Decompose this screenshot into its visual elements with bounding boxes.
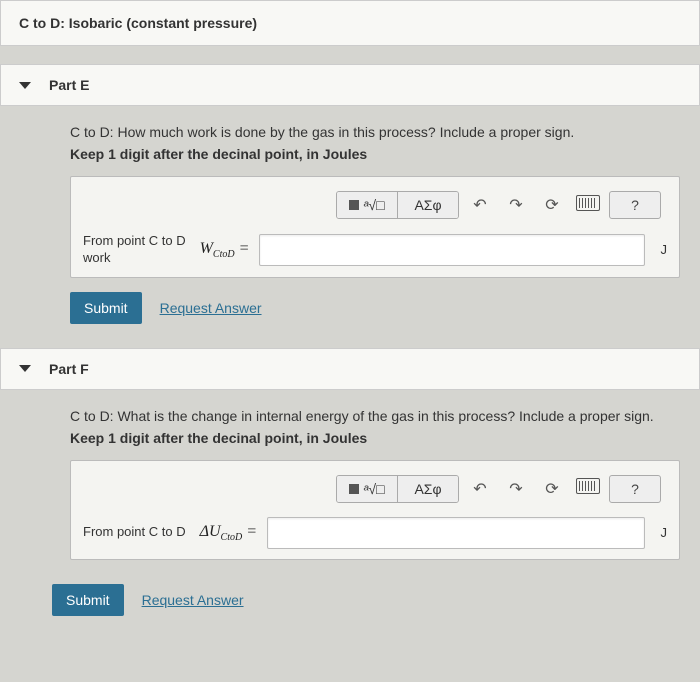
section-header: C to D: Isobaric (constant pressure) xyxy=(0,0,700,46)
root-icon: ᵃ√□ xyxy=(363,481,384,497)
greek-label: ΑΣφ xyxy=(414,197,441,213)
part-f-content: C to D: What is the change in internal e… xyxy=(70,408,680,560)
undo-button[interactable]: ↶ xyxy=(465,195,495,215)
part-e-content: C to D: How much work is done by the gas… xyxy=(70,124,680,324)
section-title: C to D: Isobaric (constant pressure) xyxy=(19,15,257,31)
part-e-input-label: From point C to D work xyxy=(83,233,190,267)
equals: = xyxy=(239,240,250,257)
toolbar-templates-group: ᵃ√□ ΑΣφ xyxy=(336,191,459,219)
caret-down-icon xyxy=(19,365,31,372)
submit-button[interactable]: Submit xyxy=(70,292,142,324)
label-line2: work xyxy=(83,250,186,267)
help-button[interactable]: ? xyxy=(609,475,661,503)
part-f-answer-box: ᵃ√□ ΑΣφ ↶ ↷ ⟳ ? From point C to D ΔUCtoD… xyxy=(70,460,680,560)
part-f-unit: J xyxy=(655,525,668,540)
part-f-variable: ΔUCtoD = xyxy=(200,523,257,543)
keyboard-button[interactable] xyxy=(573,195,603,216)
part-f-header[interactable]: Part F xyxy=(0,348,700,390)
templates-button[interactable]: ᵃ√□ xyxy=(337,476,398,502)
submit-button[interactable]: Submit xyxy=(52,584,124,616)
keyboard-button[interactable] xyxy=(573,478,603,499)
request-answer-link[interactable]: Request Answer xyxy=(160,300,262,316)
part-f-label: Part F xyxy=(49,361,89,377)
part-e-header[interactable]: Part E xyxy=(0,64,700,106)
redo-button[interactable]: ↷ xyxy=(501,195,531,215)
part-f-input-row: From point C to D ΔUCtoD = J xyxy=(83,517,667,549)
square-icon xyxy=(349,200,359,210)
equation-toolbar: ᵃ√□ ΑΣφ ↶ ↷ ⟳ ? xyxy=(83,471,667,507)
square-icon xyxy=(349,484,359,494)
var-main: ΔU xyxy=(200,523,221,540)
part-e-unit: J xyxy=(655,242,668,257)
label-line1: From point C to D xyxy=(83,233,186,250)
part-f-instruction: Keep 1 digit after the decinal point, in… xyxy=(70,430,680,446)
undo-button[interactable]: ↶ xyxy=(465,479,495,499)
greek-button[interactable]: ΑΣφ xyxy=(398,476,458,502)
part-e-input[interactable] xyxy=(259,234,644,266)
reset-button[interactable]: ⟳ xyxy=(537,195,567,215)
greek-button[interactable]: ΑΣφ xyxy=(398,192,458,218)
part-f-actions: Submit Request Answer xyxy=(52,584,700,616)
part-e-label: Part E xyxy=(49,77,89,93)
part-e-prompt: C to D: How much work is done by the gas… xyxy=(70,124,680,140)
greek-label: ΑΣφ xyxy=(414,481,441,497)
part-e-instruction: Keep 1 digit after the decinal point, in… xyxy=(70,146,680,162)
part-f-input[interactable] xyxy=(267,517,644,549)
part-f-input-label: From point C to D xyxy=(83,524,190,541)
keyboard-icon xyxy=(576,478,600,494)
help-button[interactable]: ? xyxy=(609,191,661,219)
var-sub: CtoD xyxy=(221,532,243,543)
equals: = xyxy=(246,523,257,540)
templates-button[interactable]: ᵃ√□ xyxy=(337,192,398,218)
part-e-answer-box: ᵃ√□ ΑΣφ ↶ ↷ ⟳ ? From point C to D work W… xyxy=(70,176,680,278)
part-e-input-row: From point C to D work WCtoD = J xyxy=(83,233,667,267)
caret-down-icon xyxy=(19,82,31,89)
part-e-actions: Submit Request Answer xyxy=(70,292,680,324)
var-main: W xyxy=(200,240,213,257)
part-e-variable: WCtoD = xyxy=(200,240,250,260)
part-f-prompt: C to D: What is the change in internal e… xyxy=(70,408,680,424)
var-sub: CtoD xyxy=(213,249,235,260)
reset-button[interactable]: ⟳ xyxy=(537,479,567,499)
toolbar-templates-group: ᵃ√□ ΑΣφ xyxy=(336,475,459,503)
root-icon: ᵃ√□ xyxy=(363,197,384,213)
equation-toolbar: ᵃ√□ ΑΣφ ↶ ↷ ⟳ ? xyxy=(83,187,667,223)
redo-button[interactable]: ↷ xyxy=(501,479,531,499)
keyboard-icon xyxy=(576,195,600,211)
request-answer-link[interactable]: Request Answer xyxy=(142,592,244,608)
